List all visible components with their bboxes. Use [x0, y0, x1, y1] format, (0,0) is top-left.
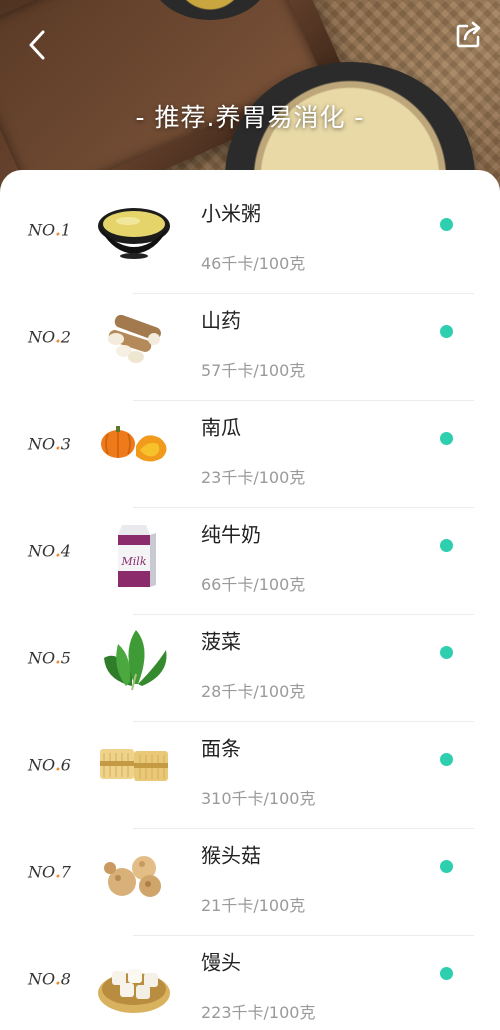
calorie-text: 28千卡/100克 — [201, 682, 306, 701]
share-button[interactable] — [454, 20, 484, 50]
steamed-bun-image — [98, 969, 170, 1013]
calorie-text: 310千卡/100克 — [201, 789, 316, 808]
food-name: 南瓜 — [201, 415, 241, 440]
lions-mane-mushroom-image — [104, 856, 161, 897]
share-export-icon — [456, 21, 481, 48]
status-dot — [440, 860, 453, 873]
calorie-text: 23千卡/100克 — [201, 468, 306, 487]
rank-label: NO.4 — [28, 541, 71, 561]
pumpkin-image — [101, 426, 167, 462]
food-name: 山药 — [201, 308, 241, 333]
calorie-text: 66千卡/100克 — [201, 575, 306, 594]
list-item[interactable]: NO.3 南瓜 23千卡/100克 — [0, 384, 500, 508]
rank-label: NO.1 — [28, 220, 71, 240]
rank-label: NO.8 — [28, 969, 71, 989]
status-dot — [440, 646, 453, 659]
yam-image — [108, 314, 161, 363]
list-item[interactable]: NO.2 山药 57千卡/100克 — [0, 277, 500, 401]
spinach-image — [104, 630, 167, 691]
calorie-text: 21千卡/100克 — [201, 896, 306, 915]
food-name: 纯牛奶 — [201, 522, 261, 547]
list-item[interactable]: NO.4 Milk 纯牛奶 66千卡/100克 — [0, 491, 500, 615]
food-name: 面条 — [201, 736, 241, 761]
millet-porridge-image — [98, 208, 170, 259]
noodles-image — [100, 749, 168, 781]
list-item[interactable]: NO.7 猴头菇 21千卡/100克 — [0, 812, 500, 936]
food-name: 馒头 — [201, 950, 241, 975]
food-list: NO.1 小米粥 46千卡/100克 NO.2 山药 57千卡/100克 NO.… — [0, 170, 500, 1030]
back-button[interactable] — [24, 28, 54, 62]
list-item[interactable]: NO.1 小米粥 46千卡/100克 — [0, 170, 500, 294]
rank-label: NO.2 — [28, 327, 71, 347]
status-dot — [440, 753, 453, 766]
chevron-left-icon — [29, 30, 45, 60]
calorie-text: 57千卡/100克 — [201, 361, 306, 380]
milk-carton-image: Milk — [118, 525, 156, 587]
food-name: 猴头菇 — [201, 843, 261, 868]
status-dot — [440, 325, 453, 338]
list-item[interactable]: NO.8 馒头 223千卡/100克 — [0, 919, 500, 1026]
status-dot — [440, 539, 453, 552]
calorie-text: 46千卡/100克 — [201, 254, 306, 273]
status-dot — [440, 967, 453, 980]
status-dot — [440, 432, 453, 445]
rank-label: NO.7 — [28, 862, 71, 882]
food-name: 小米粥 — [201, 201, 261, 226]
page-title: - 推荐.养胃易消化 - — [135, 103, 365, 132]
rank-label: NO.5 — [28, 648, 71, 668]
list-item[interactable]: NO.6 面条 310千卡/100克 — [0, 705, 500, 829]
calorie-text: 223千卡/100克 — [201, 1003, 316, 1022]
rank-label: NO.3 — [28, 434, 71, 454]
rank-label: NO.6 — [28, 755, 71, 775]
list-item[interactable]: NO.5 菠菜 28千卡/100克 — [0, 598, 500, 722]
food-name: 菠菜 — [201, 629, 241, 654]
status-dot — [440, 218, 453, 231]
carton-label: Milk — [121, 555, 147, 568]
